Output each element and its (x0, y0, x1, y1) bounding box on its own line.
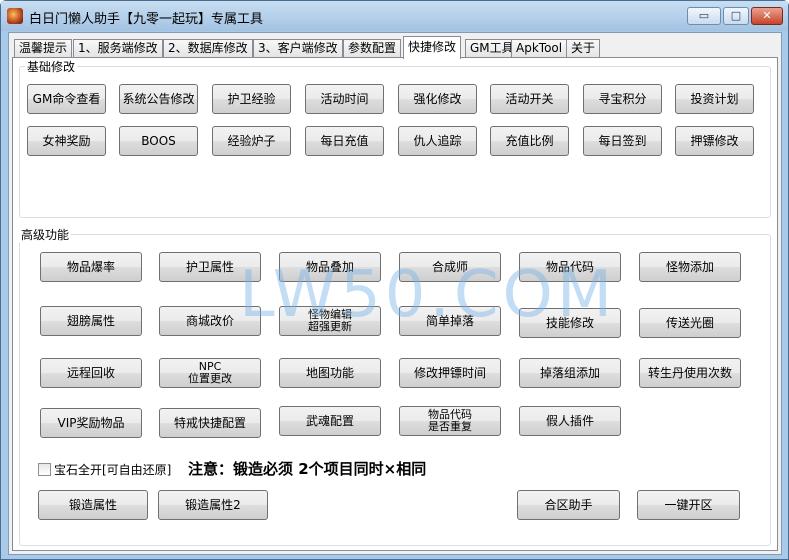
basic-group-label: 基础修改 (25, 58, 78, 75)
monster-add-button[interactable]: 怪物添加 (639, 252, 741, 282)
remote-recycle-button[interactable]: 远程回收 (40, 358, 142, 388)
system-notice-button[interactable]: 系统公告修改 (119, 84, 198, 114)
invest-plan-button[interactable]: 投资计划 (675, 84, 754, 114)
synthesizer-button[interactable]: 合成师 (399, 252, 501, 282)
gem-all-open-checkbox[interactable]: 宝石全开[可自由还原] (38, 461, 171, 478)
tab-about[interactable]: 关于 (566, 39, 601, 58)
bot-plugin-button[interactable]: 假人插件 (519, 406, 621, 436)
recharge-ratio-button[interactable]: 充值比例 (490, 126, 569, 156)
boss-button[interactable]: BOOS (119, 126, 198, 156)
simple-drop-button[interactable]: 简单掉落 (399, 306, 501, 336)
teleport-ring-button[interactable]: 传送光圈 (639, 308, 741, 338)
treasure-points-button[interactable]: 寻宝积分 (583, 84, 662, 114)
minimize-button[interactable]: ▭ (687, 7, 721, 25)
close-button[interactable]: ✕ (751, 7, 783, 25)
forge-attr-button[interactable]: 锻造属性 (38, 490, 148, 520)
skill-edit-button[interactable]: 技能修改 (519, 308, 621, 338)
client-area: 温馨提示 1、服务端修改 2、数据库修改 3、客户端修改 参数配置 快捷修改 G… (8, 32, 782, 555)
tab-tips[interactable]: 温馨提示 (14, 39, 73, 58)
gm-command-button[interactable]: GM命令查看 (27, 84, 106, 114)
item-code-button[interactable]: 物品代码 (519, 252, 621, 282)
activity-time-button[interactable]: 活动时间 (305, 84, 384, 114)
item-code-duplicate-button[interactable]: 物品代码 是否重复 (399, 406, 501, 436)
item-stack-button[interactable]: 物品叠加 (279, 252, 381, 282)
weapon-soul-config-button[interactable]: 武魂配置 (279, 406, 381, 436)
window-title: 白日门懒人助手【九零一起玩】专属工具 (29, 12, 264, 27)
tab-quick-edit[interactable]: 快捷修改 (403, 36, 462, 59)
escort-edit-button[interactable]: 押镖修改 (675, 126, 754, 156)
tab-client-edit[interactable]: 3、客户端修改 (253, 39, 343, 58)
merge-server-button[interactable]: 合区助手 (517, 490, 620, 520)
quick-edit-page: 基础修改 GM命令查看 系统公告修改 护卫经验 活动时间 强化修改 活动开关 寻… (12, 57, 778, 551)
monster-edit-button[interactable]: 怪物编辑 超强更新 (279, 306, 381, 336)
item-droprate-button[interactable]: 物品爆率 (40, 252, 142, 282)
enhance-edit-button[interactable]: 强化修改 (398, 84, 477, 114)
maximize-button[interactable]: □ (723, 7, 749, 25)
goddess-reward-button[interactable]: 女神奖励 (27, 126, 106, 156)
tab-server-edit[interactable]: 1、服务端修改 (73, 39, 163, 58)
tab-database-edit[interactable]: 2、数据库修改 (163, 39, 253, 58)
app-icon (7, 8, 23, 24)
enemy-track-button[interactable]: 仇人追踪 (398, 126, 477, 156)
monster-edit-label-2: 超强更新 (308, 320, 352, 333)
wing-attr-button[interactable]: 翅膀属性 (40, 306, 142, 336)
guard-exp-button[interactable]: 护卫经验 (212, 84, 291, 114)
app-window: 白日门懒人助手【九零一起玩】专属工具 ▭ □ ✕ 温馨提示 1、服务端修改 2、… (0, 0, 789, 560)
rebirth-pill-button[interactable]: 转生丹使用次数 (639, 358, 741, 388)
vip-reward-button[interactable]: VIP奖励物品 (40, 408, 142, 438)
gem-all-open-label: 宝石全开[可自由还原] (54, 463, 172, 477)
escort-time-button[interactable]: 修改押镖时间 (399, 358, 501, 388)
guard-attr-button[interactable]: 护卫属性 (159, 252, 261, 282)
tab-apktool[interactable]: ApkTool (511, 39, 568, 58)
npc-position-button[interactable]: NPC 位置更改 (159, 358, 261, 388)
advanced-group-label: 高级功能 (19, 226, 72, 243)
daily-recharge-button[interactable]: 每日充值 (305, 126, 384, 156)
one-click-open-button[interactable]: 一键开区 (637, 490, 740, 520)
tab-params[interactable]: 参数配置 (343, 39, 402, 58)
forge-attr2-button[interactable]: 锻造属性2 (158, 490, 268, 520)
special-ring-config-button[interactable]: 特戒快捷配置 (159, 408, 261, 438)
daily-signin-button[interactable]: 每日签到 (583, 126, 662, 156)
exp-furnace-button[interactable]: 经验炉子 (212, 126, 291, 156)
forge-notice: 注意：锻造必须 2个项目同时×相同 (188, 460, 427, 478)
map-function-button[interactable]: 地图功能 (279, 358, 381, 388)
shop-price-button[interactable]: 商城改价 (159, 306, 261, 336)
npc-position-label-2: 位置更改 (188, 372, 232, 385)
checkbox-box[interactable] (38, 463, 51, 476)
activity-switch-button[interactable]: 活动开关 (490, 84, 569, 114)
drop-group-add-button[interactable]: 掉落组添加 (519, 358, 621, 388)
title-bar[interactable]: 白日门懒人助手【九零一起玩】专属工具 ▭ □ ✕ (1, 1, 788, 31)
item-code-duplicate-label-2: 是否重复 (428, 420, 472, 433)
